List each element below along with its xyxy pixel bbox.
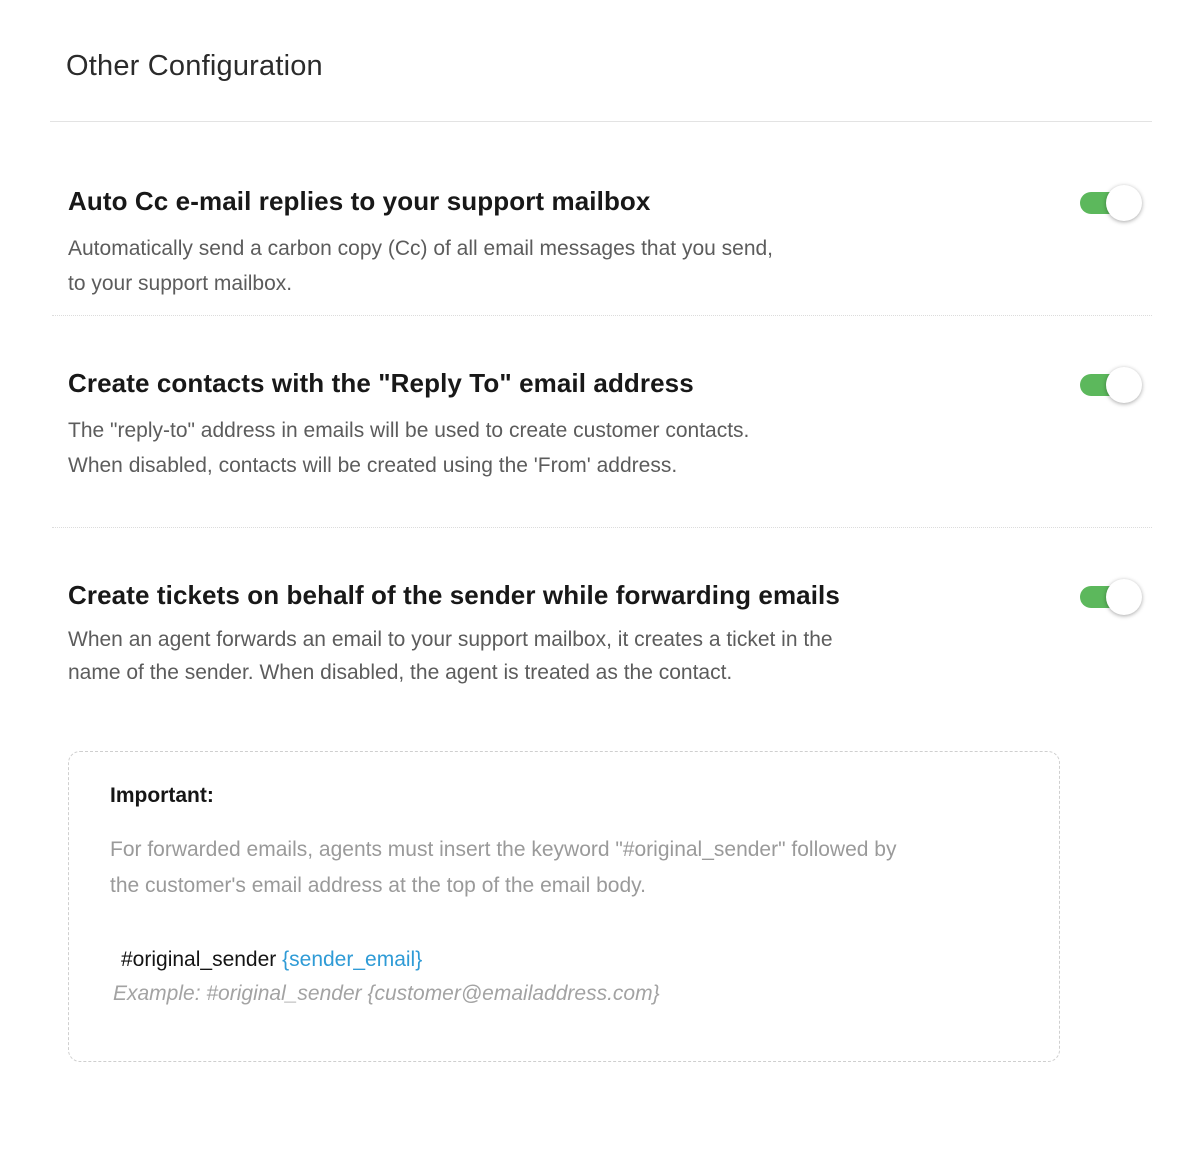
setting-description: When an agent forwards an email to your … bbox=[68, 628, 833, 684]
auto-cc-toggle[interactable] bbox=[1080, 185, 1142, 221]
page-title: Other Configuration bbox=[66, 50, 323, 82]
setting-forward-on-behalf: Create tickets on behalf of the sender w… bbox=[68, 579, 1148, 689]
keyword-placeholder: {sender_email} bbox=[282, 948, 423, 971]
section-divider bbox=[52, 527, 1152, 528]
section-divider bbox=[52, 315, 1152, 316]
important-note-box: Important: For forwarded emails, agents … bbox=[68, 751, 1060, 1062]
title-divider bbox=[50, 121, 1152, 122]
setting-title: Auto Cc e-mail replies to your support m… bbox=[68, 186, 651, 216]
reply-to-contacts-toggle[interactable] bbox=[1080, 367, 1142, 403]
forward-on-behalf-toggle[interactable] bbox=[1080, 579, 1142, 615]
setting-description: The "reply-to" address in emails will be… bbox=[68, 419, 750, 477]
setting-reply-to-contacts: Create contacts with the "Reply To" emai… bbox=[68, 367, 1148, 483]
keyword: #original_sender bbox=[121, 948, 277, 971]
setting-title: Create contacts with the "Reply To" emai… bbox=[68, 368, 694, 398]
keyword-example: Example: #original_sender {customer@emai… bbox=[113, 982, 660, 1005]
setting-auto-cc: Auto Cc e-mail replies to your support m… bbox=[68, 185, 1148, 301]
setting-description: Automatically send a carbon copy (Cc) of… bbox=[68, 237, 774, 295]
toggle-knob bbox=[1106, 185, 1142, 221]
toggle-knob bbox=[1106, 367, 1142, 403]
setting-title: Create tickets on behalf of the sender w… bbox=[68, 580, 840, 610]
keyword-syntax: #original_sender {sender_email} bbox=[121, 948, 422, 972]
toggle-knob bbox=[1106, 579, 1142, 615]
note-body: For forwarded emails, agents must insert… bbox=[110, 838, 897, 897]
note-heading: Important: bbox=[110, 784, 214, 807]
